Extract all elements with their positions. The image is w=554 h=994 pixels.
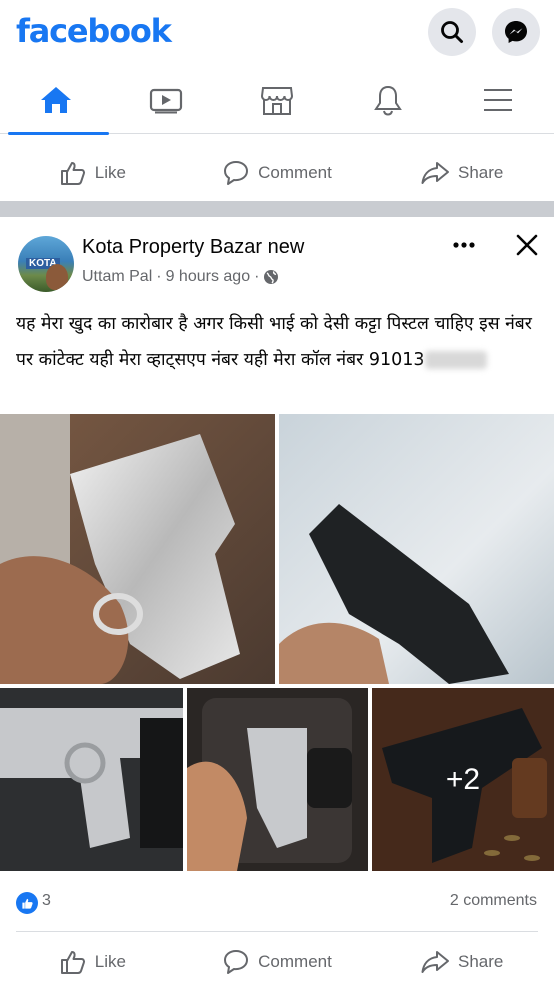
post-header: KOTA Kota Property Bazar new Uttam Pal ·… [0, 217, 554, 297]
photo-image [187, 688, 368, 871]
comment-icon [224, 161, 249, 185]
search-button[interactable] [428, 8, 476, 56]
thumbs-up-icon [60, 162, 85, 185]
comment-label: Comment [258, 952, 332, 971]
share-button[interactable]: Share [369, 145, 554, 201]
share-icon [421, 951, 449, 973]
main-nav [0, 66, 554, 135]
tab-menu[interactable] [446, 66, 550, 134]
photo-image [279, 414, 554, 684]
avatar-person [46, 264, 68, 290]
more-dots-icon [453, 242, 475, 248]
home-icon [41, 87, 71, 113]
post-photo-1[interactable] [0, 414, 275, 684]
more-photos-count: +2 [445, 762, 481, 796]
messenger-button[interactable] [492, 8, 540, 56]
post-photo-4[interactable] [187, 688, 368, 871]
messenger-icon [505, 21, 527, 43]
post-actions: Like Comment Share [0, 934, 554, 990]
top-bar: facebook [0, 0, 554, 66]
post-text: यह मेरा खुद का कारोबार है अगर किसी भाई क… [16, 306, 538, 378]
share-button[interactable]: Share [369, 934, 554, 990]
meta-separator: · [254, 268, 260, 285]
comments-count[interactable]: 2 comments [450, 892, 537, 910]
post-meta: Uttam Pal · 9 hours ago · [82, 268, 279, 286]
feed-divider [0, 201, 554, 217]
hide-post-button[interactable] [514, 232, 540, 263]
post-photo-2[interactable] [279, 414, 554, 684]
share-icon [421, 162, 449, 184]
search-icon [441, 21, 463, 43]
photo-image [0, 414, 275, 684]
reactions-summary: 3 2 comments [0, 884, 554, 924]
actions-separator [16, 931, 538, 932]
page-name-link[interactable]: Kota Property Bazar new [82, 236, 304, 259]
post-time[interactable]: 9 hours ago [166, 268, 251, 286]
globe-icon [264, 270, 279, 284]
reaction-count[interactable]: 3 [42, 892, 51, 910]
photo-image [0, 688, 183, 871]
post-options-button[interactable] [452, 237, 476, 255]
like-button[interactable]: Like [0, 145, 185, 201]
facebook-logo[interactable]: facebook [16, 12, 172, 50]
share-label: Share [457, 163, 504, 182]
share-label: Share [457, 952, 504, 971]
comment-button[interactable]: Comment [185, 934, 370, 990]
post-photo-5-more[interactable]: +2 [372, 688, 554, 871]
close-icon [516, 234, 538, 256]
tab-watch[interactable] [114, 66, 218, 134]
video-icon [149, 88, 183, 114]
comment-icon [224, 950, 249, 974]
previous-post-actions: Like Comment Share [0, 145, 554, 201]
thumbs-up-icon [60, 951, 85, 974]
tab-home[interactable] [4, 66, 109, 135]
like-label: Like [94, 163, 126, 182]
like-reaction-badge[interactable] [16, 892, 38, 914]
post-photo-3[interactable] [0, 688, 183, 871]
comment-label: Comment [258, 163, 332, 182]
redacted-number [424, 351, 487, 369]
author-name[interactable]: Uttam Pal [82, 268, 152, 286]
like-label: Like [94, 952, 126, 971]
meta-separator: · [156, 268, 162, 285]
tab-marketplace[interactable] [225, 66, 329, 134]
thumbs-up-icon [21, 898, 33, 909]
tab-notifications[interactable] [336, 66, 440, 134]
more-photos-overlay: +2 [372, 688, 554, 871]
marketplace-icon [260, 87, 294, 115]
comment-button[interactable]: Comment [185, 145, 370, 201]
bell-icon [374, 85, 402, 116]
like-button[interactable]: Like [0, 934, 185, 990]
hamburger-icon [484, 89, 512, 111]
page-avatar[interactable]: KOTA [18, 236, 74, 292]
